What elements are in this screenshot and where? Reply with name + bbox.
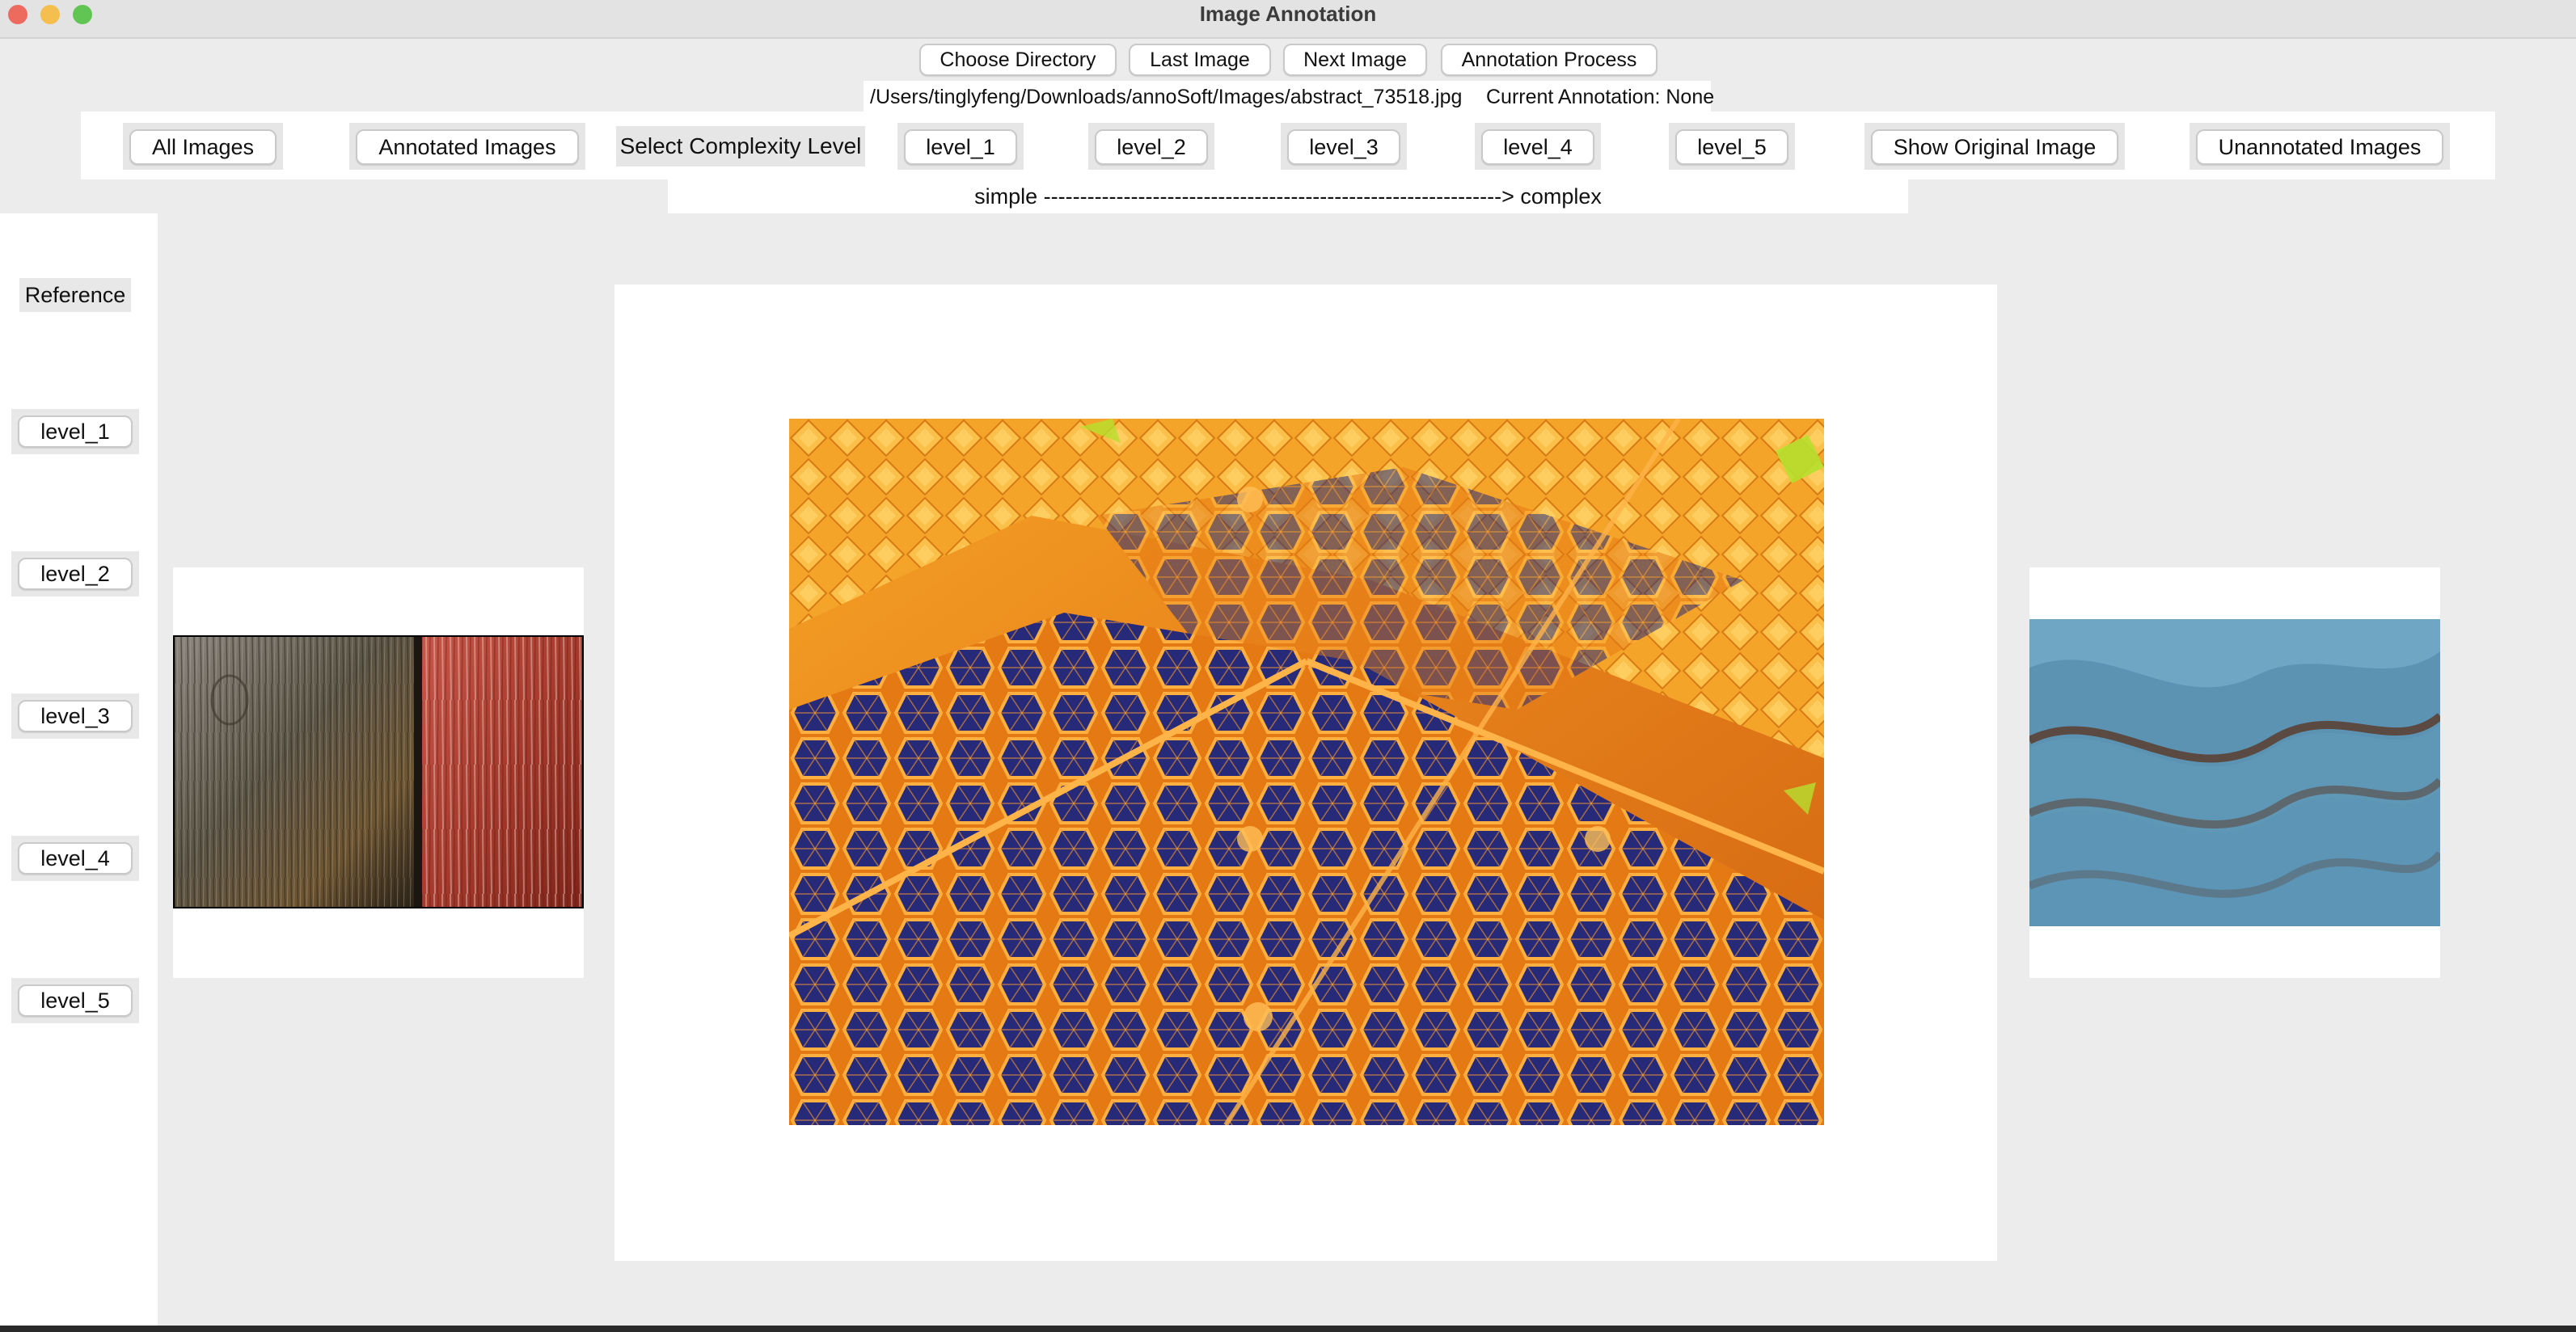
filter-level-4-button[interactable]: level_4: [1481, 129, 1594, 165]
annotated-images-button[interactable]: Annotated Images: [356, 129, 579, 165]
reference-level-4-button[interactable]: level_4: [18, 842, 133, 875]
filter-level-5-button[interactable]: level_5: [1675, 129, 1788, 165]
reference-panel: [0, 213, 158, 1332]
show-original-image-button[interactable]: Show Original Image: [1871, 129, 2118, 165]
reference-level-5-button[interactable]: level_5: [18, 984, 133, 1017]
filter-level-1-button[interactable]: level_1: [904, 129, 1017, 165]
left-reference-image[interactable]: [173, 635, 584, 908]
select-complexity-level-label: Select Complexity Level: [616, 126, 865, 166]
window-title: Image Annotation: [1199, 2, 1377, 26]
reference-level-3-button[interactable]: level_3: [18, 700, 133, 732]
choose-directory-button[interactable]: Choose Directory: [919, 44, 1117, 76]
main-image[interactable]: [789, 419, 1824, 1125]
unannotated-images-button[interactable]: Unannotated Images: [2196, 129, 2443, 165]
all-images-button[interactable]: All Images: [129, 129, 277, 165]
bottom-strip: [0, 1326, 2576, 1332]
current-path: /Users/tinglyfeng/Downloads/annoSoft/Ima…: [870, 86, 1463, 108]
reference-label: Reference: [19, 278, 131, 312]
reference-level-1-button[interactable]: level_1: [18, 415, 133, 448]
reference-level-2-button[interactable]: level_2: [18, 558, 133, 590]
last-image-button[interactable]: Last Image: [1129, 44, 1271, 76]
next-image-button[interactable]: Next Image: [1283, 44, 1427, 76]
annotation-process-button[interactable]: Annotation Process: [1441, 44, 1658, 76]
right-reference-image[interactable]: [2029, 619, 2440, 926]
filter-level-2-button[interactable]: level_2: [1095, 129, 1208, 165]
complexity-scale-caption: simple ---------------------------------…: [974, 184, 1602, 209]
current-annotation: Current Annotation: None: [1486, 86, 1715, 108]
filter-level-3-button[interactable]: level_3: [1287, 129, 1400, 165]
